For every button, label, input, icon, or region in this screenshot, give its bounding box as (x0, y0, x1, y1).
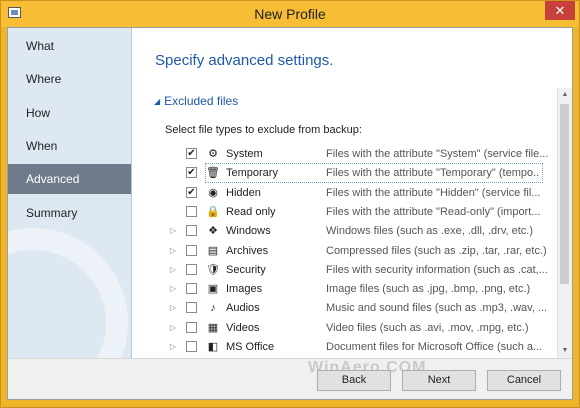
archive-icon: ▤ (207, 245, 219, 257)
security-icon: 🛡 (206, 264, 220, 276)
sidebar-item-when[interactable]: When (8, 131, 131, 161)
sidebar-watermark (8, 228, 128, 358)
instruction-text: Select file types to exclude from backup… (165, 124, 362, 136)
file-type-description: Document files for Microsoft Office (suc… (326, 341, 543, 353)
file-type-description: Music and sound files (such as .mp3, .wa… (326, 302, 548, 314)
sidebar-item-summary[interactable]: Summary (8, 198, 131, 228)
cancel-button[interactable]: Cancel (487, 370, 561, 391)
checkbox[interactable]: ✔ (186, 167, 197, 178)
section-header-excluded-files[interactable]: ◢ Excluded files (154, 94, 238, 108)
list-item-archives[interactable]: ▷ ▤ Archives Compressed files (such as .zip… (168, 242, 550, 260)
main-panel: Specify advanced settings. ◢ Excluded fil… (132, 28, 572, 358)
checkbox[interactable] (186, 341, 197, 352)
list-item-ms-office[interactable]: ▷ ◧ MS Office Document files for Microsoft … (168, 338, 550, 356)
vertical-scrollbar[interactable]: ▲ ▼ (557, 88, 572, 358)
sidebar-item-where[interactable]: Where (8, 64, 131, 94)
ms-office-icon: ◧ (207, 341, 219, 353)
list-item-audios[interactable]: ▷ ♪ Audios Music and sound files (such as .… (168, 299, 550, 317)
file-type-name: Archives (226, 245, 269, 257)
section-title: Excluded files (164, 94, 239, 108)
file-type-description: Files with the attribute "System" (servi… (326, 148, 549, 160)
list-item-security[interactable]: ▷ 🛡 Security Files with security informatio… (168, 261, 550, 279)
image-icon: ▣ (207, 283, 219, 295)
file-type-name: Temporary (226, 167, 278, 179)
checkbox[interactable] (186, 302, 197, 313)
checkbox[interactable]: ✔ (186, 148, 197, 159)
list-item-temporary[interactable]: ✔ 🗑 Temporary Files with the attribute "Tem… (186, 163, 543, 183)
file-type-name: Hidden (226, 187, 261, 199)
file-type-description: Windows files (such as .exe, .dll, .drv,… (326, 225, 534, 237)
scroll-down-arrow-icon[interactable]: ▼ (558, 344, 572, 358)
file-type-description: Compressed files (such as .zip, .tar, .r… (326, 245, 547, 257)
list-item-videos[interactable]: ▷ ▦ Videos Video files (such as .avi, .mov,… (168, 319, 550, 337)
expand-arrow-icon[interactable]: ▷ (168, 242, 178, 260)
list-item-read-only[interactable]: 🔒 Read only Files with the attribute "Read… (168, 203, 550, 221)
hidden-file-icon: ◉ (208, 187, 218, 199)
file-type-name: Audios (226, 302, 260, 314)
collapse-triangle-icon: ◢ (154, 97, 161, 106)
close-button[interactable]: ✕ (545, 1, 575, 20)
button-bar: WinAero.COM Back Next Cancel (8, 358, 572, 399)
checkbox[interactable] (186, 206, 197, 217)
sidebar-item-advanced[interactable]: Advanced (8, 164, 131, 194)
file-type-description: Files with the attribute "Read-only" (im… (326, 206, 541, 218)
wizard-sidebar: What Where How When Advanced Summary (8, 28, 132, 358)
list-item-system[interactable]: ✔ ⚙ System Files with the attribute "System… (168, 145, 550, 163)
page-title: Specify advanced settings. (155, 52, 334, 69)
client-area: What Where How When Advanced Summary Spe… (7, 27, 573, 400)
file-type-name: Images (226, 283, 263, 295)
checkbox[interactable] (186, 225, 197, 236)
checkbox[interactable] (186, 322, 197, 333)
system-file-icon: ⚙ (208, 148, 218, 160)
expand-arrow-icon[interactable]: ▷ (168, 222, 178, 240)
file-type-name: System (226, 148, 263, 160)
expand-arrow-icon[interactable]: ▷ (168, 338, 178, 356)
file-type-name: Security (226, 264, 266, 276)
expand-arrow-icon[interactable]: ▷ (168, 299, 178, 317)
expand-arrow-icon[interactable]: ▷ (168, 261, 178, 279)
temporary-file-icon: 🗑 (206, 167, 220, 179)
file-type-description: Image files (such as .jpg, .bmp, .png, e… (326, 283, 531, 295)
file-type-description: Video files (such as .avi, .mov, .mpg, e… (326, 322, 529, 334)
expand-arrow-icon[interactable]: ▷ (168, 280, 178, 298)
file-type-name: Read only (226, 206, 276, 218)
file-type-name: Windows (226, 225, 271, 237)
back-button[interactable]: Back (317, 370, 391, 391)
checkbox[interactable]: ✔ (186, 187, 197, 198)
window-title: New Profile (254, 6, 326, 22)
list-item-windows[interactable]: ▷ ❖ Windows Windows files (such as .exe, .d… (168, 222, 550, 240)
audio-icon: ♪ (210, 302, 216, 314)
windows-logo-icon: ❖ (208, 225, 218, 237)
sidebar-item-what[interactable]: What (8, 31, 131, 61)
expand-arrow-icon[interactable]: ▷ (168, 319, 178, 337)
dialog-window: New Profile ✕ What Where How When Advanc… (0, 0, 580, 408)
scroll-thumb[interactable] (560, 104, 569, 284)
file-type-description: Files with the attribute "Hidden" (servi… (326, 187, 541, 199)
lock-icon: 🔒 (206, 206, 220, 218)
scroll-up-arrow-icon[interactable]: ▲ (558, 88, 572, 102)
list-item-images[interactable]: ▷ ▣ Images Image files (such as .jpg, .bmp,… (168, 280, 550, 298)
next-button[interactable]: Next (402, 370, 476, 391)
checkbox[interactable] (186, 283, 197, 294)
file-type-name: MS Office (226, 341, 275, 353)
video-icon: ▦ (207, 322, 219, 334)
list-item-hidden[interactable]: ✔ ◉ Hidden Files with the attribute "Hidden… (168, 184, 550, 202)
checkbox[interactable] (186, 264, 197, 275)
file-type-name: Videos (226, 322, 260, 334)
file-type-description: Files with security information (such as… (326, 264, 548, 276)
checkbox[interactable] (186, 245, 197, 256)
sidebar-item-how[interactable]: How (8, 98, 131, 128)
file-type-description: Files with the attribute "Temporary" (te… (326, 167, 540, 179)
title-bar[interactable]: New Profile ✕ (1, 1, 579, 27)
